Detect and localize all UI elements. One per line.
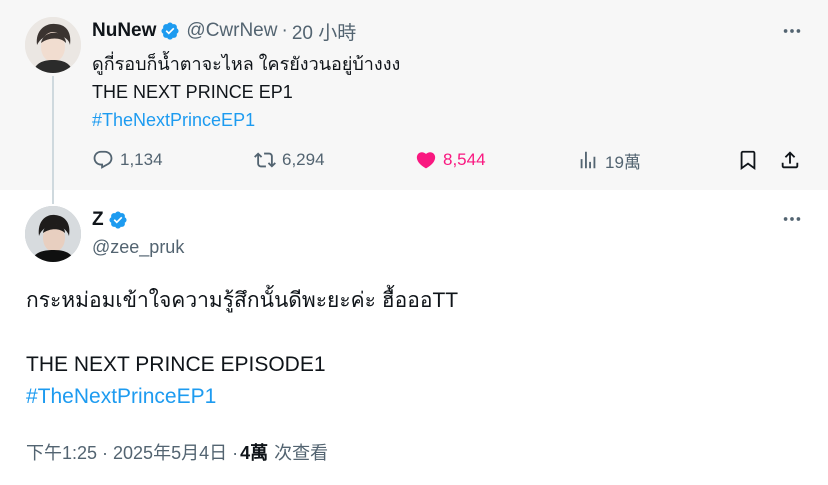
parent-tweet[interactable]: NuNew @CwrNew · 20 小時 ดูกี่รอบก็น้ำตาจะไ… [0,0,828,204]
like-count: 8,544 [443,150,486,169]
views-count: 4萬 [240,443,269,463]
verified-badge-icon [108,210,128,230]
hashtag-link[interactable]: #TheNextPrinceEP1 [92,106,400,134]
tweet-text-blank-line [26,317,458,349]
tweet-meta: 下午1:25 · 2025年5月4日 · 4萬 次查看 [26,439,328,465]
more-icon[interactable] [780,207,804,231]
avatar[interactable] [25,206,81,262]
reply-icon [93,150,113,169]
tweet-text-line: ดูกี่รอบก็น้ำตาจะไหล ใครยังวนอยู่บ้างงง [92,54,401,74]
avatar[interactable] [25,17,81,73]
tweet-time[interactable]: 20 小時 [292,18,356,45]
share-button[interactable] [779,146,807,174]
author-handle[interactable]: @CwrNew [186,20,277,42]
views-button[interactable]: 19萬 [577,146,641,174]
retweet-button[interactable]: 6,294 [254,146,325,174]
thread-connector-line [52,76,54,204]
more-icon[interactable] [780,19,804,43]
tweet-text-line: THE NEXT PRINCE EP1 [92,82,293,102]
author-name[interactable]: Z [92,209,104,231]
tweet-text-line: กระหม่อมเข้าใจความรู้สึกนั้นดีพะยะค่ะ ฮื… [26,289,459,312]
share-icon [781,151,799,169]
like-button[interactable]: 8,544 [415,146,486,174]
reply-count: 1,134 [120,150,163,169]
author-name[interactable]: NuNew [92,20,156,42]
views-count: 19萬 [605,152,641,172]
retweet-icon [254,152,276,168]
tweet-text: ดูกี่รอบก็น้ำตาจะไหล ใครยังวนอยู่บ้างงง … [92,50,400,134]
heart-icon [416,152,436,169]
verified-badge-icon [160,21,180,41]
retweet-count: 6,294 [282,150,325,169]
tweet-text-line: THE NEXT PRINCE EPISODE1 [26,353,326,376]
bookmark-icon [740,150,756,171]
hashtag-link[interactable]: #TheNextPrinceEP1 [26,381,458,413]
action-bar: 1,134 6,294 8,544 19萬 [92,146,804,174]
author-handle[interactable]: @zee_pruk [92,237,184,258]
separator-dot: · [281,20,288,41]
tweet-timestamp[interactable]: 下午1:25 · 2025年5月4日 · [26,439,238,465]
reply-button[interactable]: 1,134 [92,146,163,174]
views-icon [580,151,596,169]
views-label: 次查看 [274,443,329,463]
tweet-text: กระหม่อมเข้าใจความรู้สึกนั้นดีพะยะค่ะ ฮื… [26,285,458,413]
bookmark-button[interactable] [737,146,765,174]
